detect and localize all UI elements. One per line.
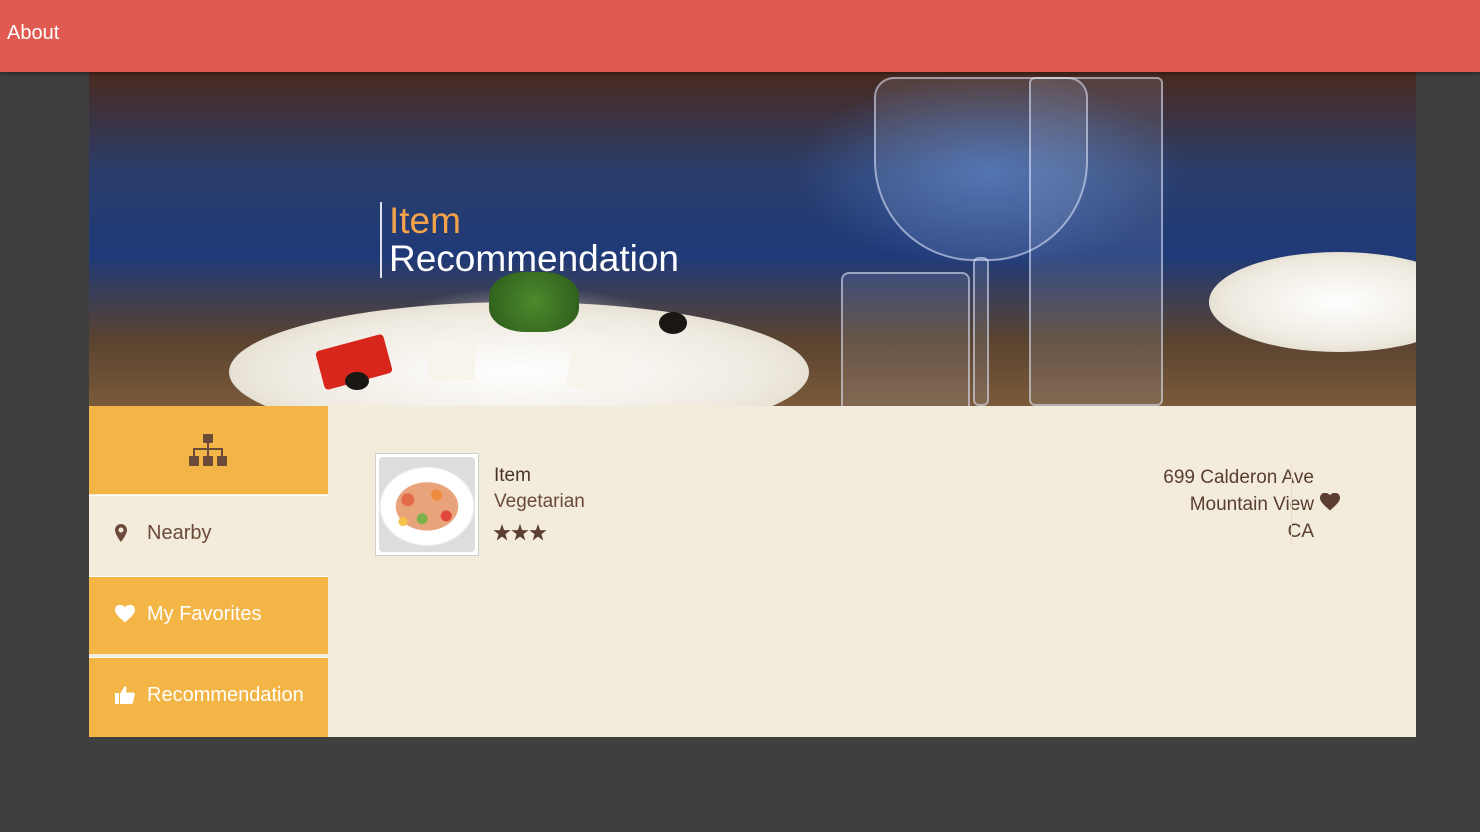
hero-glass-stem bbox=[973, 257, 989, 406]
sidebar-item-label: Nearby bbox=[147, 522, 212, 544]
hero-banner: Item Recommendation bbox=[89, 72, 1416, 406]
sidebar-item-my-favorites[interactable]: My Favorites bbox=[89, 576, 328, 654]
map-marker-icon bbox=[115, 524, 127, 548]
address-divider bbox=[1291, 464, 1292, 544]
rating-stars bbox=[493, 524, 547, 547]
item-name[interactable]: Item bbox=[494, 465, 694, 487]
sidebar: Nearby My Favorites Recommendation bbox=[89, 406, 328, 737]
sidebar-item-label: Recommendation bbox=[147, 684, 304, 706]
hero-tall-glass bbox=[1029, 77, 1163, 406]
hero-shot-glass bbox=[841, 272, 970, 406]
item-address: 699 Calderon Ave Mountain View CA bbox=[1014, 464, 1314, 545]
hero-cheese-1 bbox=[429, 342, 475, 380]
sidebar-item-nearby[interactable]: Nearby bbox=[89, 495, 328, 573]
address-line-city: Mountain View bbox=[1189, 494, 1314, 515]
star-icon bbox=[511, 524, 529, 541]
hero-olive-2 bbox=[659, 312, 687, 334]
item-thumbnail[interactable] bbox=[375, 453, 479, 556]
item-thumbnail-image bbox=[379, 457, 475, 552]
main-container: Item Recommendation Nearby My Favorites … bbox=[89, 72, 1416, 737]
sidebar-header bbox=[89, 406, 328, 494]
star-icon bbox=[493, 524, 511, 541]
hero-title-line2: Recommendation bbox=[389, 238, 679, 279]
address-line-state: CA bbox=[1287, 521, 1314, 542]
hero-greens bbox=[489, 272, 579, 332]
sitemap-icon bbox=[189, 434, 227, 473]
heart-icon bbox=[115, 604, 135, 629]
hero-olive-1 bbox=[345, 372, 369, 390]
hero-title: Item Recommendation bbox=[380, 202, 679, 278]
about-link[interactable]: About bbox=[7, 22, 59, 45]
thumbs-up-icon bbox=[115, 686, 135, 710]
address-line-street: 699 Calderon Ave bbox=[1163, 467, 1314, 488]
sidebar-item-recommendation[interactable]: Recommendation bbox=[89, 657, 328, 737]
top-navbar: About bbox=[0, 0, 1480, 72]
star-icon bbox=[529, 524, 547, 541]
sidebar-item-label: My Favorites bbox=[147, 603, 262, 625]
favorite-heart-icon[interactable] bbox=[1320, 492, 1340, 516]
item-category: Vegetarian bbox=[494, 491, 585, 512]
hero-plate-right bbox=[1209, 252, 1416, 352]
hero-title-line1: Item bbox=[389, 200, 461, 241]
